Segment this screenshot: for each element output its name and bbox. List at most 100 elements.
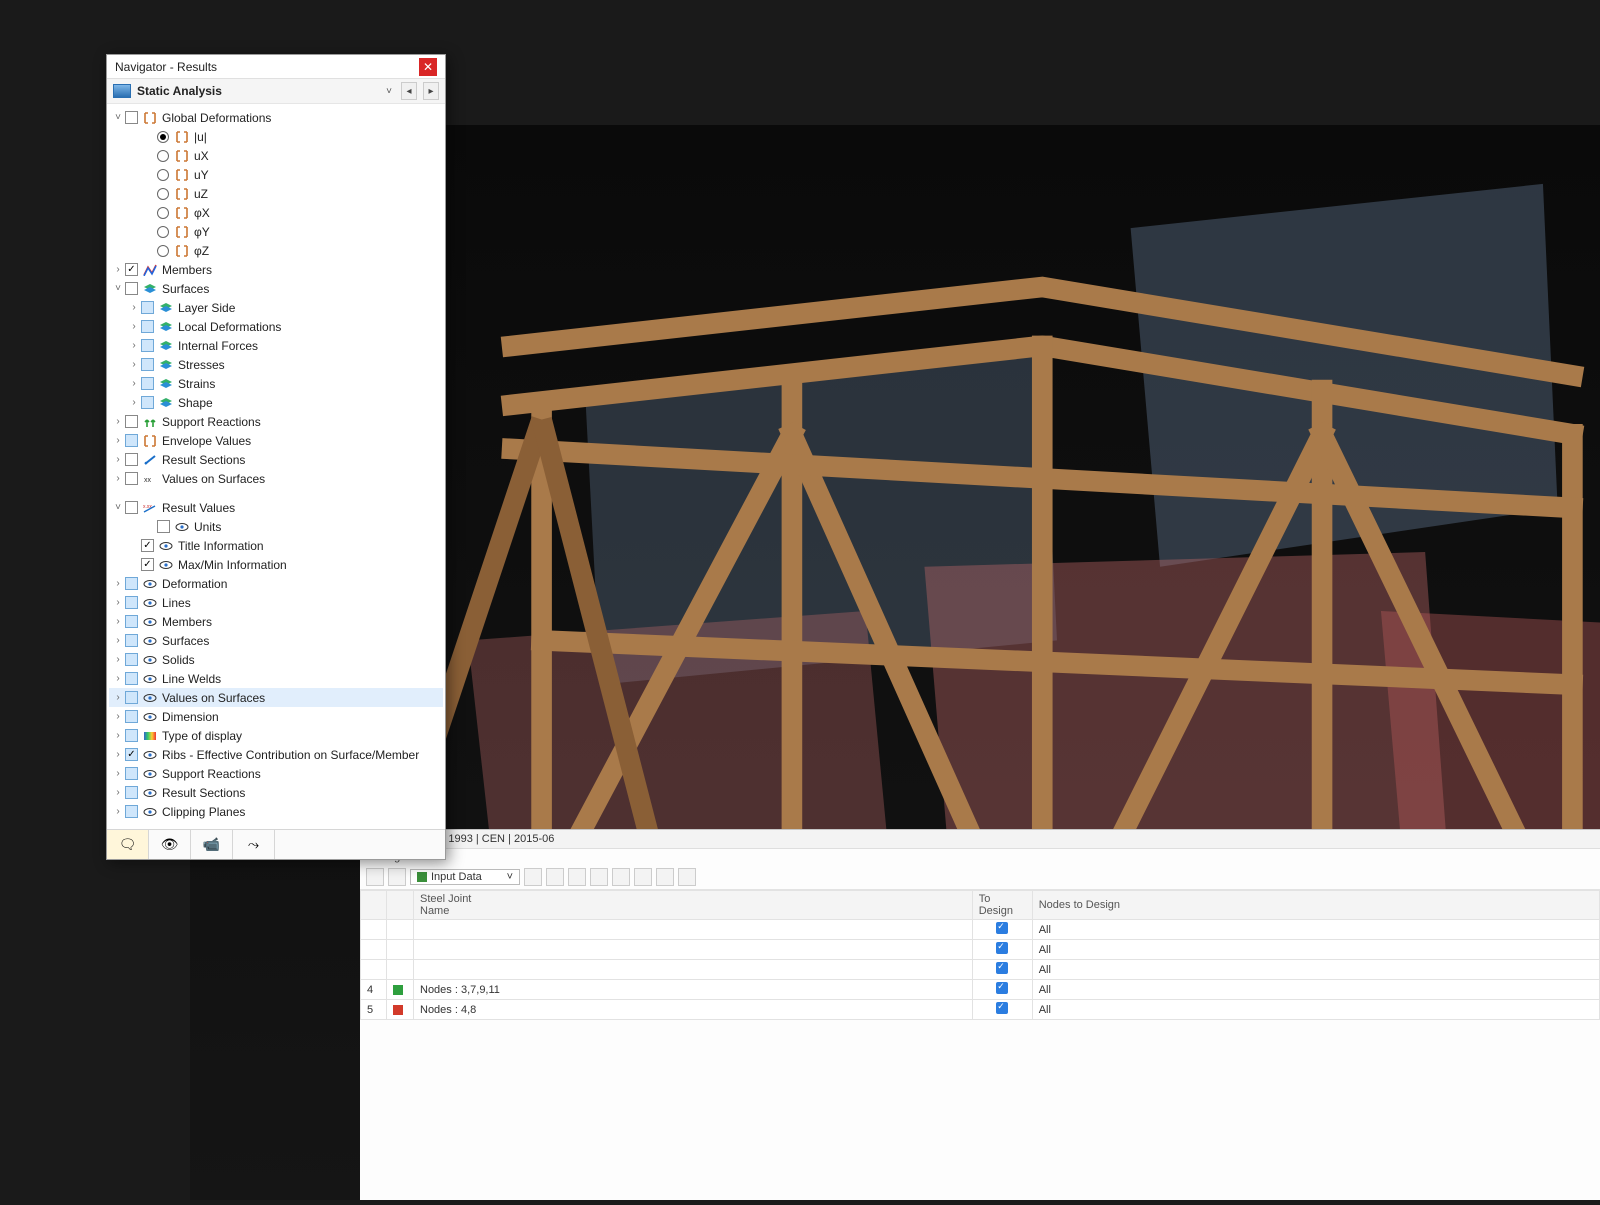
checkbox[interactable] bbox=[125, 634, 138, 647]
item-resultSections[interactable]: ›Result Sections bbox=[109, 783, 443, 802]
expander-icon[interactable]: › bbox=[111, 616, 125, 627]
toolbar-btn[interactable] bbox=[656, 868, 674, 886]
expander-icon[interactable]: › bbox=[111, 711, 125, 722]
to-design-checkbox[interactable] bbox=[996, 922, 1008, 934]
item-solids[interactable]: ›Solids bbox=[109, 650, 443, 669]
panel-titlebar[interactable]: Navigator - Results ✕ bbox=[107, 55, 445, 79]
checkbox[interactable] bbox=[125, 453, 138, 466]
toolbar-btn[interactable] bbox=[568, 868, 586, 886]
radio[interactable] bbox=[157, 150, 169, 162]
expander-icon[interactable]: › bbox=[111, 635, 125, 646]
item-values-on-surfaces[interactable]: ›xxValues on Surfaces bbox=[109, 469, 443, 488]
checkbox[interactable] bbox=[125, 111, 138, 124]
table-row[interactable]: All bbox=[361, 940, 1600, 960]
checkbox[interactable] bbox=[125, 691, 138, 704]
item-maxmin-info[interactable]: Max/Min Information bbox=[109, 555, 443, 574]
to-design-checkbox[interactable] bbox=[996, 962, 1008, 974]
checkbox[interactable] bbox=[125, 415, 138, 428]
checkbox[interactable] bbox=[125, 786, 138, 799]
item-result-sections[interactable]: ›Result Sections bbox=[109, 450, 443, 469]
checkbox[interactable] bbox=[141, 358, 154, 371]
item-surfaces[interactable]: ˅Surfaces bbox=[109, 279, 443, 298]
item-deformation-component[interactable]: uZ bbox=[109, 184, 443, 203]
item-deformation[interactable]: ›Deformation bbox=[109, 574, 443, 593]
checkbox[interactable] bbox=[125, 282, 138, 295]
analysis-selector[interactable]: Static Analysis ˅ ◂ ▸ bbox=[107, 79, 445, 104]
checkbox[interactable] bbox=[125, 729, 138, 742]
tab-comment[interactable]: 🗨 bbox=[107, 830, 149, 859]
item-support-reactions[interactable]: ›Support Reactions bbox=[109, 412, 443, 431]
toolbar-btn[interactable] bbox=[524, 868, 542, 886]
item-deformation-component[interactable]: uX bbox=[109, 146, 443, 165]
expander-icon[interactable]: › bbox=[111, 454, 125, 465]
expander-icon[interactable]: › bbox=[111, 264, 125, 275]
expander-icon[interactable]: › bbox=[111, 578, 125, 589]
item-units[interactable]: Units bbox=[109, 517, 443, 536]
next-button[interactable]: ▸ bbox=[423, 82, 439, 100]
item-typeDisplay[interactable]: ›Type of display bbox=[109, 726, 443, 745]
toolbar-btn[interactable] bbox=[634, 868, 652, 886]
to-design-checkbox[interactable] bbox=[996, 1002, 1008, 1014]
item-ribs[interactable]: ›Ribs - Effective Contribution on Surfac… bbox=[109, 745, 443, 764]
expander-icon[interactable]: › bbox=[111, 768, 125, 779]
input-data-combo[interactable]: Input Data˅ bbox=[410, 869, 520, 885]
table-row[interactable]: All bbox=[361, 920, 1600, 940]
to-design-checkbox[interactable] bbox=[996, 942, 1008, 954]
item-global-deformations[interactable]: ˅Global Deformations bbox=[109, 108, 443, 127]
item-lines[interactable]: ›Lines bbox=[109, 593, 443, 612]
item-surface-sub[interactable]: ›Stresses bbox=[109, 355, 443, 374]
checkbox[interactable] bbox=[141, 320, 154, 333]
expander-icon[interactable]: › bbox=[111, 654, 125, 665]
item-surfaces[interactable]: ›Surfaces bbox=[109, 631, 443, 650]
expander-icon[interactable]: ˅ bbox=[111, 502, 125, 513]
radio[interactable] bbox=[157, 207, 169, 219]
expander-icon[interactable]: › bbox=[127, 359, 141, 370]
item-result-values[interactable]: ˅x.xxResult Values bbox=[109, 498, 443, 517]
expander-icon[interactable]: ˅ bbox=[111, 112, 125, 123]
item-title-info[interactable]: Title Information bbox=[109, 536, 443, 555]
radio[interactable] bbox=[157, 131, 169, 143]
item-deformation-component[interactable]: |u| bbox=[109, 127, 443, 146]
close-button[interactable]: ✕ bbox=[419, 58, 437, 76]
item-surface-sub[interactable]: ›Layer Side bbox=[109, 298, 443, 317]
checkbox[interactable] bbox=[125, 615, 138, 628]
expander-icon[interactable]: › bbox=[127, 321, 141, 332]
expander-icon[interactable]: ˅ bbox=[111, 283, 125, 294]
item-surface-sub[interactable]: ›Local Deformations bbox=[109, 317, 443, 336]
toolbar-btn[interactable] bbox=[612, 868, 630, 886]
item-deformation-component[interactable]: φX bbox=[109, 203, 443, 222]
toolbar-btn[interactable] bbox=[590, 868, 608, 886]
expander-icon[interactable]: › bbox=[127, 378, 141, 389]
item-dimension[interactable]: ›Dimension bbox=[109, 707, 443, 726]
radio[interactable] bbox=[157, 188, 169, 200]
checkbox[interactable] bbox=[125, 434, 138, 447]
checkbox[interactable] bbox=[141, 377, 154, 390]
checkbox[interactable] bbox=[141, 539, 154, 552]
checkbox[interactable] bbox=[125, 577, 138, 590]
results-tree[interactable]: ˅Global Deformations|u|uXuYuZφXφYφZ›Memb… bbox=[107, 104, 445, 829]
expander-icon[interactable]: › bbox=[111, 787, 125, 798]
toolbar-btn[interactable] bbox=[546, 868, 564, 886]
expander-icon[interactable]: › bbox=[127, 302, 141, 313]
checkbox[interactable] bbox=[125, 472, 138, 485]
tab-curve[interactable]: ⤳ bbox=[233, 830, 275, 859]
expander-icon[interactable]: › bbox=[111, 435, 125, 446]
tab-camera[interactable]: 📹 bbox=[191, 830, 233, 859]
checkbox[interactable] bbox=[125, 710, 138, 723]
item-clipping[interactable]: ›Clipping Planes bbox=[109, 802, 443, 821]
radio[interactable] bbox=[157, 169, 169, 181]
item-members[interactable]: ›Members bbox=[109, 260, 443, 279]
item-deformation-component[interactable]: uY bbox=[109, 165, 443, 184]
item-surface-sub[interactable]: ›Strains bbox=[109, 374, 443, 393]
toolbar-btn[interactable] bbox=[388, 868, 406, 886]
table-row[interactable]: 5Nodes : 4,8All bbox=[361, 1000, 1600, 1020]
expander-icon[interactable]: › bbox=[111, 673, 125, 684]
table-row[interactable]: 4Nodes : 3,7,9,11All bbox=[361, 980, 1600, 1000]
expander-icon[interactable]: › bbox=[127, 340, 141, 351]
checkbox[interactable] bbox=[141, 301, 154, 314]
item-deformation-component[interactable]: φY bbox=[109, 222, 443, 241]
checkbox[interactable] bbox=[141, 558, 154, 571]
expander-icon[interactable]: › bbox=[127, 397, 141, 408]
table-row[interactable]: All bbox=[361, 960, 1600, 980]
toolbar-btn[interactable] bbox=[366, 868, 384, 886]
